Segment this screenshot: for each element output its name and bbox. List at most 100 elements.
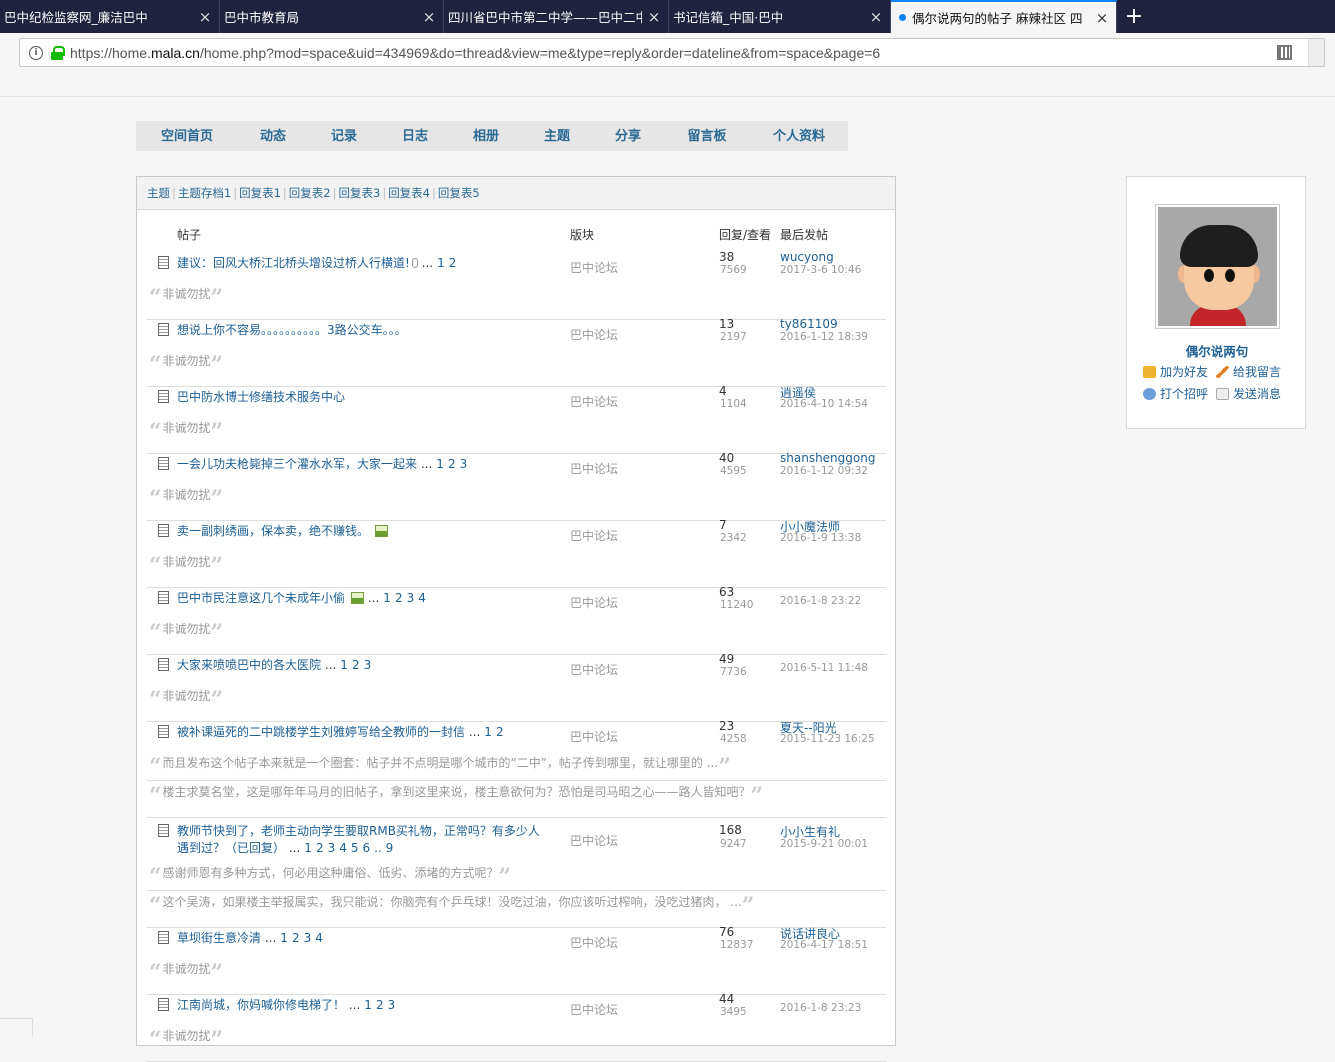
page-link[interactable]: 2	[449, 256, 457, 270]
browser-tab-3[interactable]: 四川省巴中市第二中学——巴中二中 ×	[444, 0, 669, 33]
page-link[interactable]: 4	[315, 931, 323, 945]
address-bar[interactable]: i https://home.mala.cn/home.php?mod=spac…	[19, 38, 1325, 67]
page-link[interactable]: 1	[437, 256, 445, 270]
nav-item-8[interactable]: 个人资料	[750, 121, 848, 151]
page-link[interactable]: 2	[292, 931, 300, 945]
url-text[interactable]: https://home.mala.cn/home.php?mod=space&…	[70, 45, 880, 61]
thread-title-link[interactable]: 想说上你不容易。。。。。。。。。。3路公交车。。。	[177, 323, 407, 337]
page-link[interactable]: 1	[383, 591, 391, 605]
image-attach-icon	[375, 525, 389, 537]
thread-title-link[interactable]: 建议：回风大桥江北桥头增设过桥人行横道!	[177, 256, 410, 270]
page-link[interactable]: 3	[460, 457, 468, 471]
page-link[interactable]: 2	[352, 658, 360, 672]
subnav-item-1[interactable]: 主题存档1	[178, 185, 231, 201]
page-link[interactable]: 1	[340, 658, 348, 672]
nav-item-2[interactable]: 记录	[308, 121, 380, 151]
close-tab-icon[interactable]: ×	[197, 8, 213, 26]
thread-title-link[interactable]: 卖一副刺绣画，保本卖，绝不赚钱。	[177, 524, 369, 538]
page-link[interactable]: 1	[280, 931, 288, 945]
page-link[interactable]: 3	[388, 998, 396, 1012]
reply-quote: “ 非诚勿扰”	[149, 620, 223, 646]
profile-username[interactable]: 偶尔说两句	[1127, 341, 1307, 360]
forum-link[interactable]: 巴中论坛	[570, 460, 618, 477]
page-link[interactable]: 3	[328, 841, 336, 855]
add-friend-link[interactable]: 加为好友	[1143, 363, 1208, 380]
nav-item-6[interactable]: 分享	[592, 121, 664, 151]
page-link[interactable]: .. 9	[374, 841, 393, 855]
subnav-item-2[interactable]: 回复表1	[239, 185, 281, 201]
page-link[interactable]: 1	[484, 725, 492, 739]
forum-link[interactable]: 巴中论坛	[570, 527, 618, 544]
page-link[interactable]: 2	[496, 725, 504, 739]
forum-link[interactable]: 巴中论坛	[570, 594, 618, 611]
forum-link[interactable]: 巴中论坛	[570, 393, 618, 410]
browser-side-scroll[interactable]	[1308, 39, 1324, 66]
ellipsis: ...	[468, 725, 481, 739]
nav-item-1[interactable]: 动态	[238, 121, 308, 151]
page-link[interactable]: 1	[436, 457, 444, 471]
page-link[interactable]: 2	[395, 591, 403, 605]
page-link[interactable]: 3	[364, 658, 372, 672]
page-link[interactable]: 3	[304, 931, 312, 945]
forum-link[interactable]: 巴中论坛	[570, 661, 618, 678]
poke-link[interactable]: 打个招呼	[1143, 385, 1208, 402]
nav-item-5[interactable]: 主题	[522, 121, 592, 151]
page-link[interactable]: 2	[376, 998, 384, 1012]
close-tab-icon[interactable]: ×	[1094, 9, 1110, 27]
leave-message-link[interactable]: 给我留言	[1216, 363, 1281, 380]
page-link[interactable]: 3	[407, 591, 415, 605]
thread-title-link[interactable]: 教师节快到了，老师主动向学生要取RMB买礼物，正常吗？有多少人	[177, 824, 540, 838]
thread-title-link[interactable]: 江南尚城，你妈喊你修电梯了！	[177, 998, 345, 1012]
avatar[interactable]	[1155, 204, 1280, 329]
page-link[interactable]: 5	[351, 841, 359, 855]
thread-title-link[interactable]: 被补课逼死的二中跳楼学生刘雅婷写给全教师的一封信	[177, 725, 465, 739]
quote-close-icon: ”	[210, 352, 224, 378]
subnav-item-4[interactable]: 回复表3	[338, 185, 380, 201]
subnav-item-6[interactable]: 回复表5	[438, 185, 480, 201]
browser-tab-2[interactable]: 巴中市教育局 ×	[220, 0, 444, 33]
page-link[interactable]: 2	[316, 841, 324, 855]
browser-tab-5[interactable]: 偶尔说两句的帖子 麻辣社区 四 ×	[891, 0, 1117, 33]
nav-item-7[interactable]: 留言板	[664, 121, 750, 151]
browser-tab-1[interactable]: 巴中纪检监察网_廉洁巴中 ×	[0, 0, 220, 33]
nav-item-3[interactable]: 日志	[380, 121, 450, 151]
new-tab-button[interactable]: +	[1117, 0, 1151, 33]
page-link[interactable]: 4	[339, 841, 347, 855]
reply-quote: “ 这个吴涛，如果楼主举报属实，我只能说：你脑壳有个乒乓球！没吃过油，你应该听过…	[149, 893, 754, 919]
subnav-item-5[interactable]: 回复表4	[388, 185, 430, 201]
send-message-link[interactable]: 发送消息	[1216, 385, 1281, 402]
close-tab-icon[interactable]: ×	[646, 8, 662, 26]
page-link[interactable]: 2	[448, 457, 456, 471]
subnav-item-3[interactable]: 回复表2	[289, 185, 331, 201]
thread-title-link[interactable]: 一会儿功夫枪毙掉三个灌水水军，大家一起来	[177, 457, 417, 471]
forum-link[interactable]: 巴中论坛	[570, 326, 618, 343]
forum-link[interactable]: 巴中论坛	[570, 1001, 618, 1018]
page-link[interactable]: 4	[418, 591, 426, 605]
thread-title-link[interactable]: 大家来喷喷巴中的各大医院	[177, 658, 321, 672]
forum-link[interactable]: 巴中论坛	[570, 259, 618, 276]
page-link[interactable]: 1	[364, 998, 372, 1012]
thread-title-link[interactable]: 巴中防水博士修缮技术服务中心	[177, 390, 345, 404]
quote-close-icon: ”	[210, 960, 224, 986]
subnav-item-0[interactable]: 主题	[147, 185, 170, 201]
close-tab-icon[interactable]: ×	[868, 8, 884, 26]
nav-item-0[interactable]: 空间首页	[136, 121, 238, 151]
subnav-separator: |	[282, 186, 287, 200]
forum-link[interactable]: 巴中论坛	[570, 728, 618, 745]
forum-link[interactable]: 巴中论坛	[570, 934, 618, 951]
browser-tab-4[interactable]: 书记信箱_中国·巴中 ×	[669, 0, 891, 33]
page-link[interactable]: 6	[363, 841, 371, 855]
thread-title-link-2[interactable]: 遇到过？（已回复）	[177, 841, 285, 855]
info-icon[interactable]: i	[29, 45, 43, 60]
last-poster-link[interactable]: wucyong	[780, 250, 834, 264]
thread-doc-icon	[158, 658, 169, 671]
nav-item-4[interactable]: 相册	[450, 121, 522, 151]
page-link[interactable]: 1	[304, 841, 312, 855]
last-poster-link[interactable]: shanshenggong	[780, 451, 875, 465]
qr-code-icon[interactable]	[1277, 45, 1292, 60]
thread-title-link[interactable]: 草坝街生意冷清	[177, 931, 261, 945]
forum-link[interactable]: 巴中论坛	[570, 832, 618, 849]
thread-title-link[interactable]: 巴中市民注意这几个未成年小偷	[177, 591, 345, 605]
close-tab-icon[interactable]: ×	[421, 8, 437, 26]
last-poster-link[interactable]: ty861109	[780, 317, 838, 331]
